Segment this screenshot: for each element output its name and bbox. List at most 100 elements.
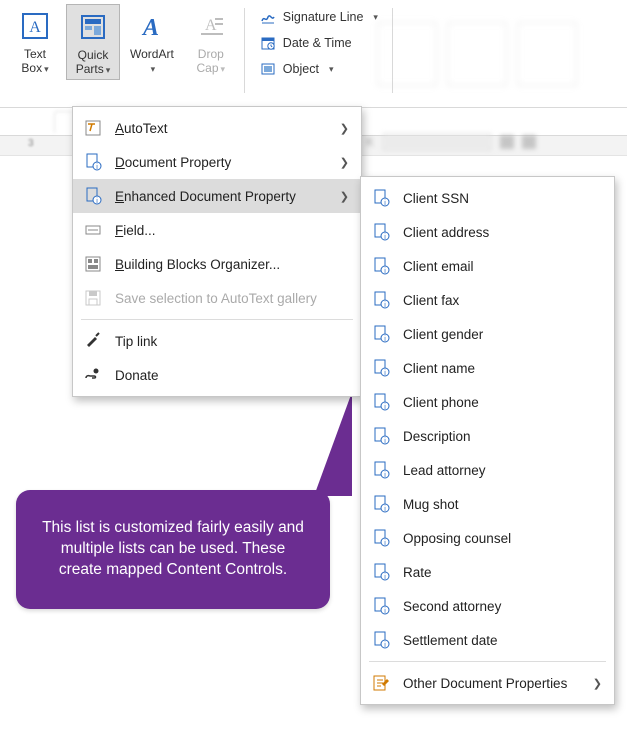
chevron-down-icon: ▾ (329, 64, 334, 75)
enhanced-property-item[interactable]: i Mug shot (361, 487, 614, 521)
wordart-icon: A (132, 6, 172, 46)
enhanced-property-label: Client gender (403, 327, 602, 342)
enhanced-property-label: Client name (403, 361, 602, 376)
ruler-tick: 3 (28, 138, 34, 149)
enhanced-property-label: Description (403, 429, 602, 444)
menu-separator (81, 319, 353, 320)
svg-text:A: A (29, 19, 41, 36)
enhanced-property-label: Second attorney (403, 599, 602, 614)
document-property-icon: i (371, 426, 391, 446)
quick-parts-icon (73, 7, 113, 47)
submenu-arrow-icon: ❯ (340, 156, 349, 169)
document-property-icon: i (371, 630, 391, 650)
wordart-button[interactable]: A WordArt▾ (124, 4, 180, 78)
donate-label: Donate (115, 368, 349, 383)
wordart-label: WordArt▾ (130, 48, 174, 76)
document-property-icon: i (371, 392, 391, 412)
document-property-label: Document Property (115, 155, 328, 170)
tip-link-icon (83, 331, 103, 351)
drop-cap-button[interactable]: A DropCap▾ (184, 4, 238, 78)
document-property-icon: i (83, 152, 103, 172)
field-label: Field... (115, 223, 349, 238)
enhanced-document-property-label: Enhanced Document Property (115, 189, 328, 204)
field-menu-item[interactable]: Field... (73, 213, 361, 247)
signature-line-button[interactable]: Signature Line ▾ (255, 6, 382, 28)
calendar-icon (259, 34, 277, 52)
field-icon (83, 220, 103, 240)
enhanced-property-label: Rate (403, 565, 602, 580)
drop-cap-label: DropCap▾ (197, 48, 226, 76)
tip-link-label: Tip link (115, 334, 349, 349)
ribbon-separator (244, 8, 245, 93)
building-blocks-organizer-menu-item[interactable]: Building Blocks Organizer... (73, 247, 361, 281)
enhanced-property-item[interactable]: i Rate (361, 555, 614, 589)
other-document-properties-menu-item[interactable]: Other Document Properties ❯ (361, 666, 614, 700)
enhanced-property-item[interactable]: i Settlement date (361, 623, 614, 657)
object-label: Object (283, 62, 319, 76)
blurred-ribbon-area (377, 0, 627, 108)
drop-cap-icon: A (191, 6, 231, 46)
enhanced-property-item[interactable]: i Description (361, 419, 614, 453)
ribbon-separator (392, 8, 393, 93)
other-properties-icon (371, 673, 391, 693)
chevron-down-icon: ▾ (373, 12, 378, 23)
enhanced-document-property-icon: i (83, 186, 103, 206)
building-blocks-label: Building Blocks Organizer... (115, 257, 349, 272)
document-property-icon: i (371, 596, 391, 616)
document-property-icon: i (371, 222, 391, 242)
blurred-toolbar-area: K (366, 112, 616, 172)
annotation-callout: This list is customized fairly easily an… (16, 490, 330, 609)
submenu-arrow-icon: ❯ (340, 122, 349, 135)
quick-parts-menu: AutoText ❯ i Document Property ❯ i Enhan… (72, 106, 362, 397)
enhanced-property-item[interactable]: iClient email (361, 249, 614, 283)
enhanced-property-item[interactable]: i Client fax (361, 283, 614, 317)
building-blocks-icon (83, 254, 103, 274)
enhanced-property-label: Client address (403, 225, 602, 240)
other-properties-label: Other Document Properties (403, 676, 581, 691)
autotext-label: AutoText (115, 121, 328, 136)
enhanced-property-label: Mug shot (403, 497, 602, 512)
enhanced-property-item[interactable]: i Client address (361, 215, 614, 249)
document-property-icon: i (371, 494, 391, 514)
enhanced-property-label: Client phone (403, 395, 602, 410)
enhanced-document-property-submenu: iClient SSNiClient addressiClient emaili… (360, 176, 615, 705)
text-box-icon: A (15, 6, 55, 46)
quick-parts-button[interactable]: QuickParts▾ (66, 4, 120, 80)
enhanced-property-item[interactable]: i Client SSN (361, 181, 614, 215)
date-time-label: Date & Time (283, 36, 352, 50)
document-property-icon: i (371, 562, 391, 582)
document-property-icon: i (371, 290, 391, 310)
document-property-menu-item[interactable]: i Document Property ❯ (73, 145, 361, 179)
donate-menu-item[interactable]: Donate (73, 358, 361, 392)
enhanced-property-label: Client SSN (403, 191, 602, 206)
submenu-arrow-icon: ❯ (340, 190, 349, 203)
enhanced-property-label: Client fax (403, 293, 602, 308)
object-button[interactable]: Object ▾ (255, 58, 382, 80)
signature-icon (259, 8, 277, 26)
enhanced-property-item[interactable]: iLead attorney (361, 453, 614, 487)
save-icon (83, 288, 103, 308)
menu-separator (369, 661, 606, 662)
document-property-icon: i (371, 460, 391, 480)
enhanced-property-item[interactable]: i Client name (361, 351, 614, 385)
document-property-icon: i (371, 188, 391, 208)
text-box-button[interactable]: A TextBox▾ (8, 4, 62, 78)
donate-icon (83, 365, 103, 385)
date-time-button[interactable]: Date & Time (255, 32, 382, 54)
enhanced-property-item[interactable]: i Client phone (361, 385, 614, 419)
document-property-icon: i (371, 358, 391, 378)
autotext-menu-item[interactable]: AutoText ❯ (73, 111, 361, 145)
quick-parts-label: QuickParts▾ (76, 49, 111, 77)
enhanced-document-property-menu-item[interactable]: i Enhanced Document Property ❯ (73, 179, 361, 213)
annotation-text: This list is customized fairly easily an… (42, 519, 304, 578)
enhanced-property-item[interactable]: iClient gender (361, 317, 614, 351)
enhanced-property-label: Settlement date (403, 633, 602, 648)
save-to-autotext-menu-item: Save selection to AutoText gallery (73, 281, 361, 315)
enhanced-property-item[interactable]: iOpposing counsel (361, 521, 614, 555)
tip-link-menu-item[interactable]: Tip link (73, 324, 361, 358)
submenu-arrow-icon: ❯ (593, 677, 602, 690)
document-property-icon: i (371, 256, 391, 276)
object-icon (259, 60, 277, 78)
enhanced-property-item[interactable]: i Second attorney (361, 589, 614, 623)
svg-text:A: A (141, 15, 159, 41)
